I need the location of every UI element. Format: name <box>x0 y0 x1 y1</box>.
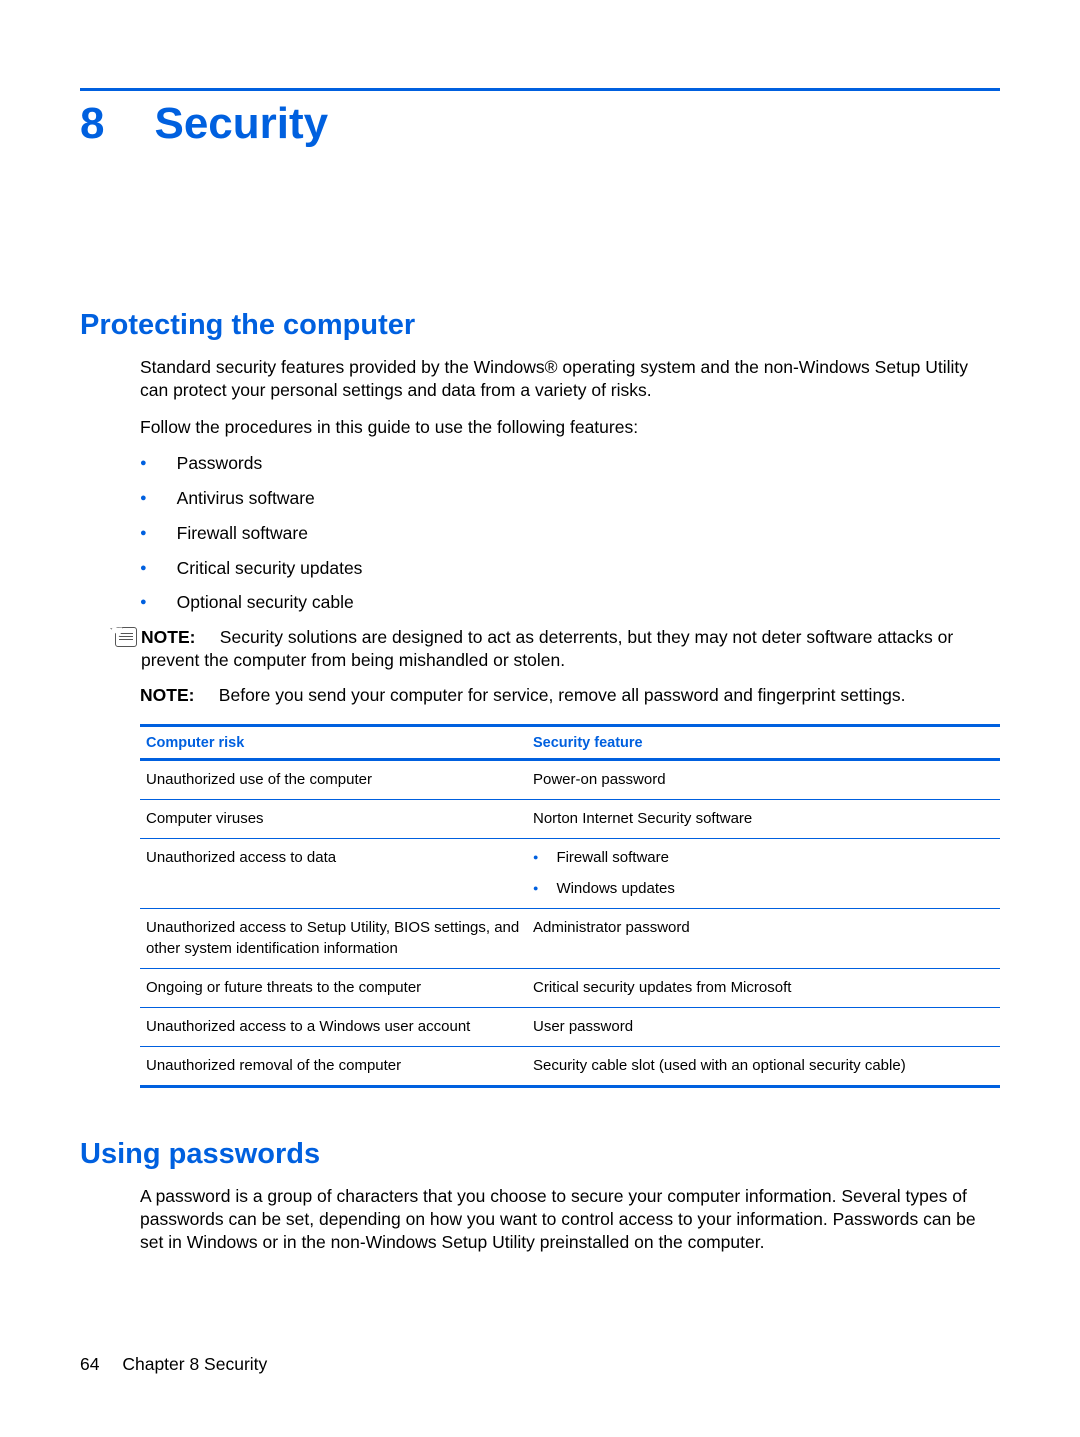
feature-item: ● Firewall software <box>140 522 1000 545</box>
cell-feature-item: Firewall software <box>556 847 669 868</box>
security-table: Computer risk Security feature Unauthori… <box>140 724 1000 1088</box>
feature-item: ● Antivirus software <box>140 487 1000 510</box>
cell-feature: Critical security updates from Microsoft <box>527 969 1000 1008</box>
note-icon <box>115 627 137 647</box>
cell-risk: Unauthorized access to Setup Utility, BI… <box>140 909 527 969</box>
page-footer: 64 Chapter 8 Security <box>80 1354 267 1375</box>
feature-item: ● Passwords <box>140 452 1000 475</box>
note-block-2: NOTE: Before you send your computer for … <box>140 684 1000 707</box>
chapter-heading: 8 Security <box>80 99 1000 149</box>
cell-risk: Unauthorized access to data <box>140 839 527 909</box>
feature-list: ● Passwords ● Antivirus software ● Firewall… <box>140 452 1000 614</box>
note-label: NOTE: <box>141 627 195 647</box>
bullet-icon: ● <box>140 557 147 579</box>
note-label: NOTE: <box>140 685 194 705</box>
bullet-icon: ● <box>533 847 538 867</box>
col-header-feature: Security feature <box>527 726 1000 760</box>
bullet-icon: ● <box>140 522 147 544</box>
feature-label: Optional security cable <box>177 591 354 614</box>
note-block-1: NOTE: Security solutions are designed to… <box>115 626 1000 672</box>
cell-feature: Power-on password <box>527 760 1000 800</box>
cell-risk: Ongoing or future threats to the compute… <box>140 969 527 1008</box>
protecting-para-2: Follow the procedures in this guide to u… <box>140 416 1000 439</box>
note-text: Before you send your computer for servic… <box>219 685 906 705</box>
feature-item: ● Optional security cable <box>140 591 1000 614</box>
feature-label: Antivirus software <box>177 487 315 510</box>
feature-label: Passwords <box>177 452 263 475</box>
section-passwords-title: Using passwords <box>80 1138 1000 1171</box>
feature-label: Critical security updates <box>177 557 363 580</box>
bullet-icon: ● <box>140 591 147 613</box>
cell-feature: Administrator password <box>527 909 1000 969</box>
chapter-number: 8 <box>80 99 104 149</box>
cell-feature-item: Windows updates <box>556 878 674 899</box>
table-row: Unauthorized access to data ● Firewall so… <box>140 839 1000 909</box>
table-row: Unauthorized access to a Windows user ac… <box>140 1008 1000 1047</box>
page-number: 64 <box>80 1354 99 1374</box>
table-row: Unauthorized use of the computer Power-o… <box>140 760 1000 800</box>
bullet-icon: ● <box>140 452 147 474</box>
cell-feature-list: ● Firewall software ● Windows updates <box>533 847 994 899</box>
feature-label: Firewall software <box>177 522 308 545</box>
passwords-para-1: A password is a group of characters that… <box>140 1185 1000 1253</box>
cell-risk: Unauthorized use of the computer <box>140 760 527 800</box>
chapter-title: Security <box>154 99 328 149</box>
note-text: Security solutions are designed to act a… <box>141 627 953 670</box>
bullet-icon: ● <box>140 487 147 509</box>
cell-feature: ● Firewall software ● Windows updates <box>527 839 1000 909</box>
table-row: Unauthorized removal of the computer Sec… <box>140 1047 1000 1087</box>
cell-feature: Security cable slot (used with an option… <box>527 1047 1000 1087</box>
table-row: Unauthorized access to Setup Utility, BI… <box>140 909 1000 969</box>
table-row: Ongoing or future threats to the compute… <box>140 969 1000 1008</box>
cell-risk: Unauthorized removal of the computer <box>140 1047 527 1087</box>
protecting-para-1: Standard security features provided by t… <box>140 356 1000 402</box>
col-header-risk: Computer risk <box>140 726 527 760</box>
cell-risk: Unauthorized access to a Windows user ac… <box>140 1008 527 1047</box>
bullet-icon: ● <box>533 878 538 898</box>
chapter-reference: Chapter 8 Security <box>122 1354 267 1374</box>
cell-risk: Computer viruses <box>140 800 527 839</box>
table-row: Computer viruses Norton Internet Securit… <box>140 800 1000 839</box>
cell-feature: User password <box>527 1008 1000 1047</box>
table-header-row: Computer risk Security feature <box>140 726 1000 760</box>
chapter-top-rule <box>80 88 1000 91</box>
cell-feature: Norton Internet Security software <box>527 800 1000 839</box>
section-protecting-title: Protecting the computer <box>80 309 1000 342</box>
feature-item: ● Critical security updates <box>140 557 1000 580</box>
